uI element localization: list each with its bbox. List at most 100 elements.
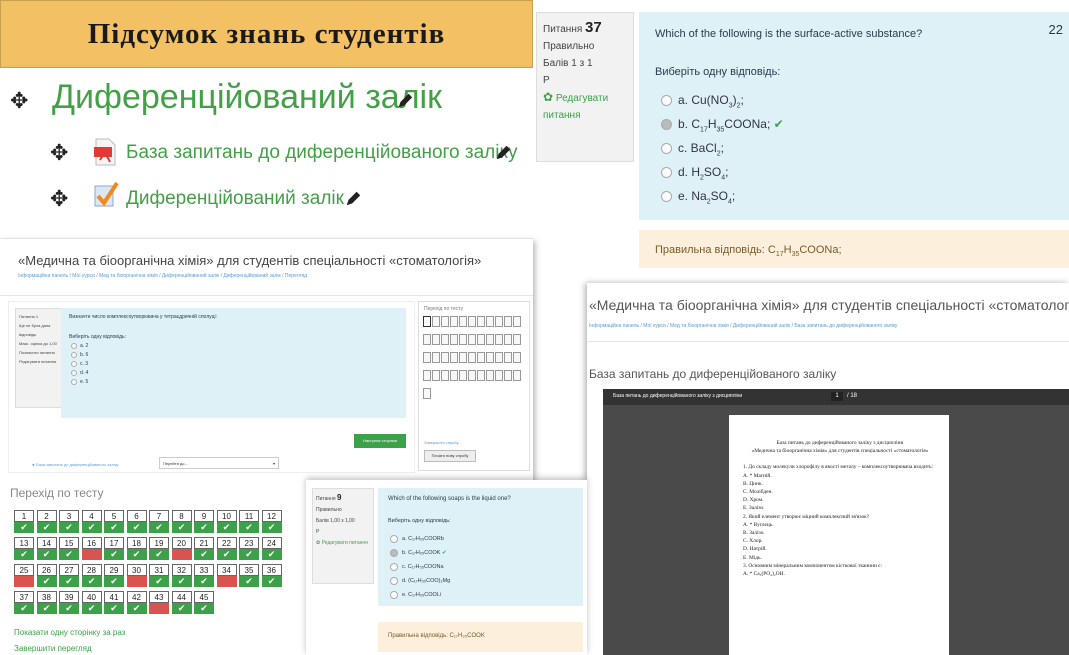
nav-question-button[interactable]: 45 ✔ [194,591,214,615]
nav-question-button[interactable]: 4 ✔ [81,510,102,534]
nav-button[interactable] [513,352,521,363]
nav-button[interactable] [468,370,476,381]
nav-button[interactable] [450,334,458,345]
nav-button[interactable] [423,352,431,363]
nav-button[interactable] [432,352,440,363]
nav-button[interactable] [423,316,431,327]
radio-button[interactable] [390,562,398,571]
nav-button[interactable] [423,388,431,399]
radio-button[interactable] [390,576,398,585]
nav-button[interactable] [450,370,458,381]
nav-question-button[interactable]: 21 ✔ [194,537,214,561]
nav-question-button[interactable]: 10 ✔ [216,510,237,534]
nav-question-button[interactable]: 13 ✔ [14,537,34,561]
nav-question-button[interactable]: 36 ✔ [261,564,282,588]
answer-option[interactable]: b. 6 [71,351,88,360]
nav-question-button[interactable]: 16 [81,537,102,561]
nav-question-button[interactable]: 33 ✔ [194,564,214,588]
radio-button[interactable] [661,95,672,107]
nav-question-button[interactable]: 17 ✔ [104,537,124,561]
nav-question-button[interactable]: 14 ✔ [36,537,57,561]
course-item-quiz[interactable]: Диференційований залік [126,188,344,210]
breadcrumb[interactable]: Інформаційна панель / Мої курси / Мед та… [18,273,307,279]
nav-button[interactable] [459,352,467,363]
radio-button[interactable] [71,360,77,367]
nav-button[interactable] [504,334,512,345]
nav-question-button[interactable]: 24 ✔ [261,537,282,561]
nav-button[interactable] [459,316,467,327]
nav-question-button[interactable]: 5 ✔ [104,510,124,534]
edit-question-link[interactable]: Редагувати питання [543,93,608,121]
nav-button[interactable] [486,334,494,345]
breadcrumb[interactable]: Інформаційна панель / Мої курси / Мед та… [589,323,897,329]
nav-question-button[interactable]: 18 ✔ [126,537,147,561]
nav-question-button[interactable]: 2 ✔ [36,510,57,534]
nav-question-button[interactable]: 20 [171,537,192,561]
answer-option[interactable]: c. BaCl2; [661,136,784,160]
nav-button[interactable] [432,316,440,327]
nav-button[interactable] [450,316,458,327]
nav-button[interactable] [468,334,476,345]
nav-question-button[interactable]: 44 ✔ [171,591,192,615]
nav-question-button[interactable]: 41 ✔ [104,591,124,615]
nav-button[interactable] [468,352,476,363]
nav-button[interactable] [486,352,494,363]
answer-option[interactable]: e. C₁₇H₃₅COOLi [390,588,450,602]
radio-button[interactable] [71,378,77,385]
nav-button[interactable] [486,370,494,381]
edit-pencil-icon[interactable] [344,190,362,208]
nav-question-button[interactable]: 37 ✔ [14,591,34,615]
edit-question-link[interactable]: Редагувати питання [19,357,59,366]
answer-option[interactable]: e. Na2SO4; [661,184,784,208]
pdf-viewer[interactable]: База питань до диференційованого заліку … [603,389,1069,655]
nav-button[interactable] [450,352,458,363]
nav-question-button[interactable]: 29 ✔ [104,564,124,588]
nav-question-button[interactable]: 9 ✔ [194,510,214,534]
radio-button[interactable] [390,590,398,599]
nav-question-button[interactable]: 39 ✔ [59,591,79,615]
nav-question-button[interactable]: 38 ✔ [36,591,57,615]
radio-button[interactable] [390,548,398,557]
nav-button[interactable] [459,370,467,381]
nav-button[interactable] [504,352,512,363]
nav-button[interactable] [495,334,503,345]
pdf-page-input[interactable]: 1 [831,392,843,401]
nav-question-button[interactable]: 15 ✔ [59,537,79,561]
nav-question-button[interactable]: 19 ✔ [149,537,169,561]
nav-question-button[interactable]: 43 [149,591,169,615]
nav-question-button[interactable]: 35 ✔ [239,564,259,588]
nav-question-button[interactable]: 8 ✔ [171,510,192,534]
nav-button[interactable] [477,316,485,327]
edit-question-link[interactable]: Редагувати питання [322,540,368,546]
nav-question-button[interactable]: 1 ✔ [14,510,34,534]
nav-question-button[interactable]: 12 ✔ [261,510,282,534]
nav-button[interactable] [423,334,431,345]
answer-option[interactable]: c. 3 [71,360,88,369]
answer-option[interactable]: b. C₁₇H₃₅COOK ✔ [390,546,450,560]
nav-button[interactable] [423,370,431,381]
answer-option[interactable]: a. Cu(NO3)2; [661,88,784,112]
move-handle-icon[interactable]: ✥ [10,88,28,114]
nav-button[interactable] [504,370,512,381]
nav-button[interactable] [504,316,512,327]
radio-button[interactable] [390,534,398,543]
answer-option[interactable]: a. 2 [71,342,88,351]
nav-button[interactable] [477,370,485,381]
nav-button[interactable] [432,370,440,381]
nav-button[interactable] [495,316,503,327]
nav-button[interactable] [495,352,503,363]
answer-option[interactable]: e. 5 [71,378,88,387]
flag-icon[interactable]: Р [316,527,370,538]
answer-option[interactable]: d. 4 [71,369,88,378]
next-page-button[interactable]: Наступна сторінка [354,434,406,448]
new-preview-button[interactable]: Почати нову спробу [424,450,476,462]
finish-review-link[interactable]: Завершити перегляд [14,644,92,653]
nav-question-button[interactable]: 25 [14,564,34,588]
nav-button[interactable] [432,334,440,345]
nav-question-button[interactable]: 6 ✔ [126,510,147,534]
nav-question-button[interactable]: 32 ✔ [171,564,192,588]
move-handle-icon[interactable]: ✥ [50,186,68,212]
flag-icon[interactable]: Р [543,72,627,89]
nav-question-button[interactable]: 3 ✔ [59,510,79,534]
nav-button[interactable] [441,316,449,327]
